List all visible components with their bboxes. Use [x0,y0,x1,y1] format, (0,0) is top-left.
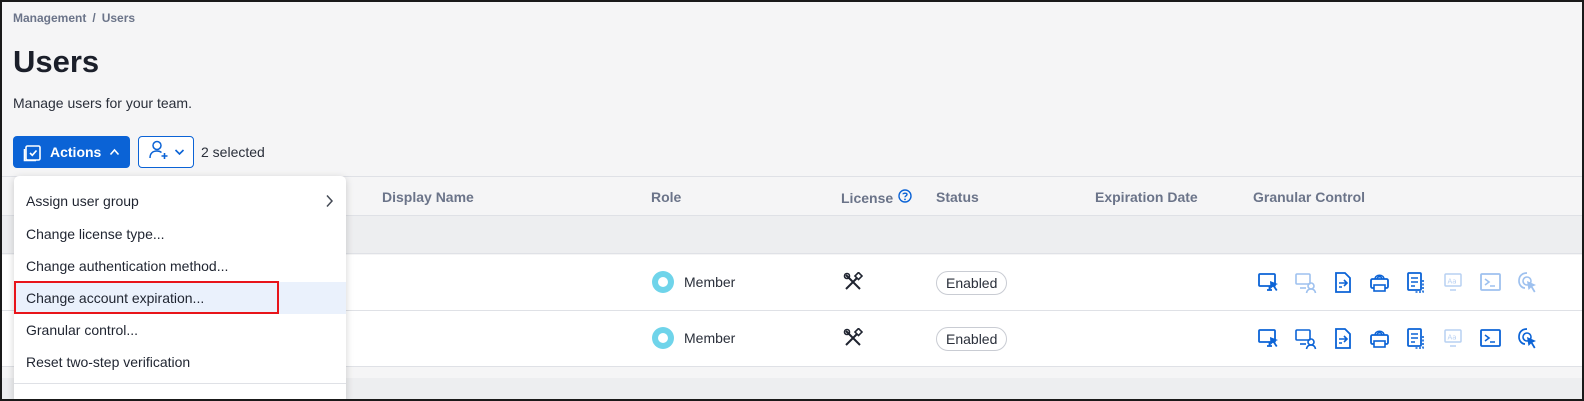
granular-control-icons: Aa [1257,327,1539,350]
tools-icon [843,327,864,353]
actions-menu: Assign user group Change license type...… [14,176,346,399]
actions-label: Actions [50,144,102,160]
column-display-name[interactable]: Display Name [382,189,474,205]
view-only-icon[interactable] [1294,271,1317,294]
menu-item-label: Assign user group [26,193,139,209]
file-transfer-icon[interactable] [1331,271,1354,294]
chevron-down-icon [174,143,185,161]
breadcrumb-users[interactable]: Users [102,11,135,25]
menu-divider [14,383,346,384]
terminal-icon[interactable] [1479,327,1502,350]
menu-item-label: Change authentication method... [26,258,229,274]
breadcrumb-separator: / [92,11,96,25]
font-icon[interactable]: Aa [1442,271,1465,294]
checklist-icon [23,143,42,162]
column-license-label: License [841,189,894,206]
printer-icon[interactable] [1368,327,1391,350]
menu-item-label: Granular control... [26,322,139,338]
column-expiration-date[interactable]: Expiration Date [1095,189,1198,205]
member-role-icon [652,327,674,349]
role-cell: Member [652,327,735,349]
chevron-up-icon [109,148,120,156]
file-transfer-icon[interactable] [1331,327,1354,350]
toolbar: Actions 2 selected [13,136,265,168]
tools-icon [843,271,864,297]
clipboard-sync-icon[interactable] [1405,327,1428,350]
column-license[interactable]: License [841,189,912,206]
role-cell: Member [652,271,735,293]
remote-click-icon[interactable] [1516,271,1539,294]
view-only-icon[interactable] [1294,327,1317,350]
role-label: Member [684,274,736,290]
remote-control-icon[interactable] [1257,327,1280,350]
font-icon[interactable]: Aa [1442,327,1465,350]
terminal-icon[interactable] [1479,271,1502,294]
svg-text:Aa: Aa [1448,334,1457,342]
remote-click-icon[interactable] [1516,327,1539,350]
menu-item-change-license-type[interactable]: Change license type... [14,218,346,250]
clipboard-sync-icon[interactable] [1405,271,1428,294]
status-badge: Enabled [936,271,1008,295]
granular-control-icons: Aa [1257,271,1539,294]
breadcrumb: Management / Users [13,11,135,25]
page-subtitle: Manage users for your team. [13,95,192,111]
chevron-right-icon [325,194,334,211]
remote-control-icon[interactable] [1257,271,1280,294]
add-user-icon [148,139,170,166]
breadcrumb-management[interactable]: Management [13,11,86,25]
printer-icon[interactable] [1368,271,1391,294]
column-role[interactable]: Role [651,189,681,205]
menu-item-granular-control[interactable]: Granular control... [14,314,346,346]
actions-button[interactable]: Actions [13,136,130,168]
menu-item-label: Change account expiration... [26,290,205,306]
menu-item-label: Change license type... [26,226,165,242]
page-title: Users [13,44,100,79]
column-granular-control[interactable]: Granular Control [1253,189,1365,205]
member-role-icon [652,271,674,293]
svg-text:Aa: Aa [1448,278,1457,286]
status-badge: Enabled [936,327,1008,351]
menu-item-assign-user-group[interactable]: Assign user group [14,184,346,218]
help-icon[interactable] [898,189,912,206]
app-window: Management / Users Users Manage users fo… [0,0,1584,401]
add-user-menu-button[interactable] [138,136,194,168]
menu-item-change-authentication-method[interactable]: Change authentication method... [14,250,346,282]
role-label: Member [684,330,736,346]
menu-item-reset-two-step-verification[interactable]: Reset two-step verification [14,346,346,378]
menu-item-label: Reset two-step verification [26,354,191,370]
column-status[interactable]: Status [936,189,979,205]
selected-count: 2 selected [201,144,265,160]
menu-item-change-account-expiration[interactable]: Change account expiration... [14,282,346,314]
